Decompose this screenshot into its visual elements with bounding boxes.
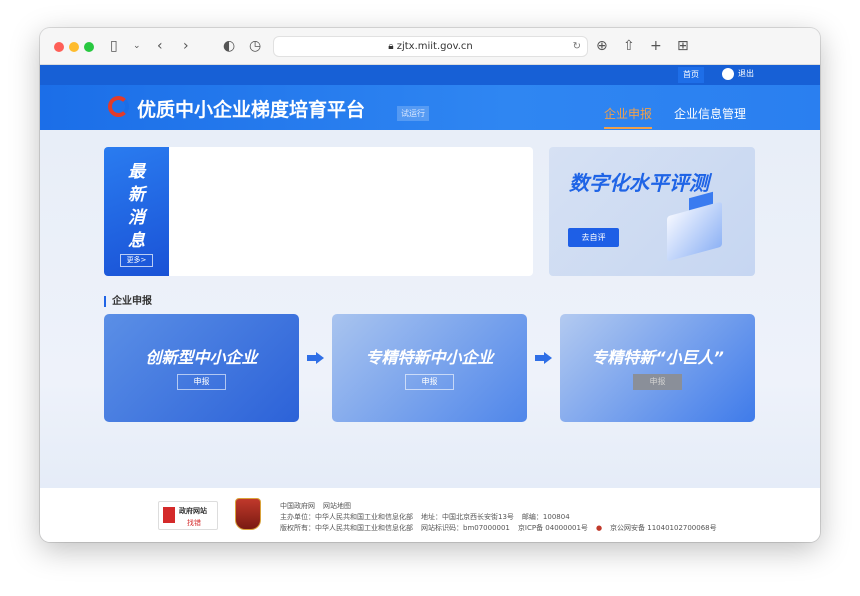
url-text: zjtx.miit.gov.cn <box>396 41 473 52</box>
digital-evaluation-card[interactable]: 数字化水平评测 去自评 <box>549 147 755 276</box>
card-specialized-sme[interactable]: 专精特新中小企业 申报 <box>332 314 527 422</box>
close-window-button[interactable] <box>54 42 64 52</box>
new-tab-icon[interactable]: + <box>650 37 662 55</box>
card-title: 创新型中小企业 <box>145 348 258 367</box>
news-char: 消 <box>128 208 145 228</box>
site-logo-icon <box>108 96 129 117</box>
footer-police-record[interactable]: 京公网安备 11040102700068号 <box>610 524 717 532</box>
card-title: 专精特新中小企业 <box>365 348 494 367</box>
browser-window: ▯ ⌄ ‹ › ◐ ◷ 🔒︎ zjtx.miit.gov.cn ↻ ⊕ ⇧ + ⊞… <box>40 28 820 542</box>
magnifier-icon <box>163 507 175 523</box>
user-icon <box>722 68 734 80</box>
declare-button[interactable]: 申报 <box>177 374 226 390</box>
tab-overview-icon[interactable]: ⊞ <box>677 37 689 55</box>
police-badge-icon: ● <box>595 524 603 532</box>
card-little-giant[interactable]: 专精特新“小巨人” 申报 <box>560 314 755 422</box>
top-bar: 首页 退出 <box>40 65 820 85</box>
evaluation-title: 数字化水平评测 <box>569 171 709 195</box>
clock-icon[interactable]: ◷ <box>249 37 261 55</box>
minimize-window-button[interactable] <box>69 42 79 52</box>
back-icon[interactable]: ‹ <box>157 37 163 55</box>
site-title: 优质中小企业梯度培育平台 <box>137 99 366 121</box>
zoom-window-button[interactable] <box>84 42 94 52</box>
nav-enterprise-declaration[interactable]: 企业申报 <box>604 105 653 129</box>
badge-bottom-text: 找错 <box>187 519 201 527</box>
gov-site-error-report-badge[interactable]: 政府网站 找错 <box>158 501 218 530</box>
footer-sponsor: 主办单位：中华人民共和国工业和信息化部 <box>280 513 413 521</box>
download-icon[interactable]: ⊕ <box>596 37 608 55</box>
news-char: 息 <box>128 231 145 251</box>
footer-postcode: 邮编：100804 <box>521 513 570 521</box>
link-sitemap[interactable]: 网站地图 <box>323 502 351 510</box>
trial-badge: 试运行 <box>397 106 429 121</box>
logout-link[interactable]: 退出 <box>738 68 754 79</box>
footer-icp[interactable]: 京ICP备 04000001号 <box>518 524 588 532</box>
chevron-down-icon[interactable]: ⌄ <box>133 37 141 55</box>
section-title: 企业申报 <box>104 296 152 307</box>
declare-button[interactable]: 申报 <box>405 374 454 390</box>
site-header: 优质中小企业梯度培育平台 试运行 企业申报 企业信息管理 <box>40 85 820 130</box>
lock-icon: 🔒︎ <box>388 41 397 52</box>
forward-icon[interactable]: › <box>183 37 189 55</box>
news-char: 最 <box>128 162 145 182</box>
footer-address: 地址：中国北京西长安街13号 <box>421 513 514 521</box>
footer-site-id: 网站标识码：bm07000001 <box>421 524 510 532</box>
home-link[interactable]: 首页 <box>678 67 704 83</box>
sidebar-icon[interactable]: ▯ <box>110 37 118 55</box>
site-footer: 政府网站 找错 中国政府网 网站地图 主办单位：中华人民共和国工业和信息化部 地址：… <box>40 488 820 542</box>
share-icon[interactable]: ⇧ <box>623 37 635 55</box>
nav-enterprise-info[interactable]: 企业信息管理 <box>674 105 746 122</box>
party-emblem-badge[interactable] <box>235 498 261 530</box>
main-content: 最 新 消 息 更多> 数字化水平评测 去自评 企业申报 创新型中小企业 申报 … <box>40 130 820 488</box>
isometric-illustration <box>667 201 722 262</box>
shield-icon[interactable]: ◐ <box>223 37 235 55</box>
footer-copyright: 版权所有：中华人民共和国工业和信息化部 <box>280 524 413 532</box>
latest-news-panel: 最 新 消 息 更多> <box>104 147 533 276</box>
more-news-button[interactable]: 更多> <box>120 254 153 267</box>
link-gov-cn[interactable]: 中国政府网 <box>280 502 315 510</box>
browser-toolbar: ▯ ⌄ ‹ › ◐ ◷ 🔒︎ zjtx.miit.gov.cn ↻ ⊕ ⇧ + ⊞ <box>40 28 820 65</box>
declare-button-disabled: 申报 <box>633 374 682 390</box>
self-evaluate-button[interactable]: 去自评 <box>568 228 619 247</box>
address-bar[interactable]: 🔒︎ zjtx.miit.gov.cn ↻ <box>273 36 588 57</box>
reload-icon[interactable]: ↻ <box>573 37 581 56</box>
latest-news-banner: 最 新 消 息 更多> <box>104 147 169 276</box>
news-char: 新 <box>128 185 145 205</box>
card-title: 专精特新“小巨人” <box>591 348 724 367</box>
card-innovative-sme[interactable]: 创新型中小企业 申报 <box>104 314 299 422</box>
badge-top-text: 政府网站 <box>179 507 207 515</box>
